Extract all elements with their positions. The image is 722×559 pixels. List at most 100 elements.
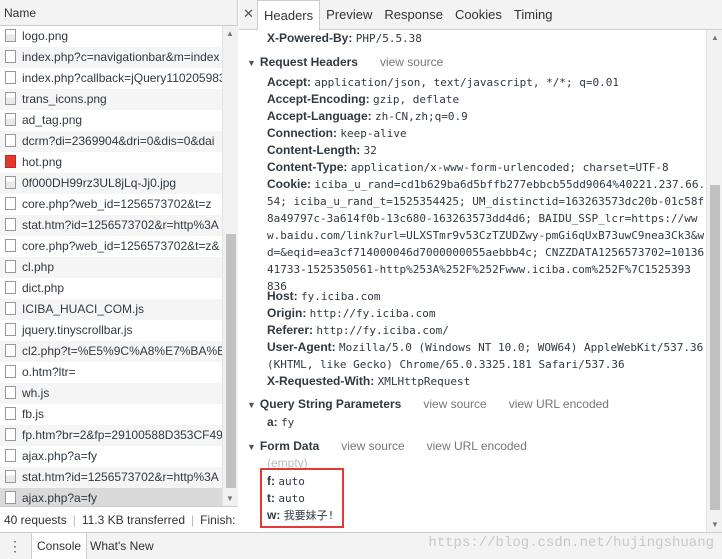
header-row: Accept-Encoding: gzip, deflate [267, 92, 460, 106]
request-name: cl2.php?t=%E5%9C%A8%E7%BA%BF. [22, 344, 222, 358]
menu-icon[interactable]: ⋮ [8, 539, 22, 553]
scrollbar-thumb[interactable] [226, 234, 236, 488]
request-row[interactable]: o.htm?ltr= [0, 362, 222, 383]
request-name: wh.js [22, 386, 50, 400]
header-row: Connection: keep-alive [267, 126, 407, 140]
request-row[interactable]: ad_tag.png [0, 110, 222, 131]
view-url-encoded-link[interactable]: view URL encoded [509, 397, 609, 411]
request-row[interactable]: wh.js [0, 383, 222, 404]
transferred-size: 11.3 KB transferred [81, 513, 186, 527]
headers-panel: X-Powered-By: PHP/5.5.38 ▼ Request Header… [239, 30, 706, 532]
file-icon [5, 449, 16, 462]
close-icon[interactable]: ✕ [243, 6, 254, 22]
request-name: ad_tag.png [22, 113, 83, 127]
form-data-section-toggle[interactable]: ▼ Form Data view source view URL encoded [247, 438, 527, 456]
image-file-icon [5, 176, 16, 189]
file-icon [5, 344, 16, 357]
request-name: ajax.php?a=fy [22, 449, 98, 463]
tab-headers[interactable]: Headers [257, 0, 321, 31]
view-url-encoded-link[interactable]: view URL encoded [427, 439, 527, 453]
request-row[interactable]: stat.htm?id=1256573702&r=http%3A [0, 215, 222, 236]
header-row-cookie: Cookie: iciba_u_rand=cd1b629ba6d5bffb277… [267, 177, 706, 191]
view-source-link[interactable]: view source [341, 439, 404, 453]
file-icon [5, 302, 16, 315]
scroll-down-arrow-icon[interactable]: ▼ [711, 520, 719, 529]
header-row: Content-Length: 32 [267, 143, 377, 157]
request-name: core.php?web_id=1256573702&t=z& [22, 239, 220, 253]
request-name: ICIBA_HUACI_COM.js [22, 302, 145, 316]
request-name: hot.png [22, 155, 63, 169]
request-row[interactable]: dcrm?di=2369904&dri=0&dis=0&dai [0, 131, 222, 152]
image-file-icon [5, 29, 16, 42]
header-row: Content-Type: application/x-www-form-url… [267, 160, 669, 174]
request-name: dcrm?di=2369904&dri=0&dis=0&dai [22, 134, 215, 148]
request-row[interactable]: index.php?c=navigationbar&m=index [0, 47, 222, 68]
file-icon [5, 239, 16, 252]
request-count: 40 requests [4, 513, 67, 527]
view-source-link[interactable]: view source [423, 397, 486, 411]
request-row[interactable]: hot.png [0, 152, 222, 173]
tab-whats-new[interactable]: What's New [85, 533, 159, 559]
request-list-pane: Name logo.png index.php?c=navigationbar&m… [0, 0, 238, 532]
request-row[interactable]: cl.php [0, 257, 222, 278]
tab-cookies[interactable]: Cookies [449, 0, 508, 30]
file-icon [5, 218, 16, 231]
request-row[interactable]: stat.htm?id=1256573702&r=http%3A [0, 467, 222, 488]
request-name: dict.php [22, 281, 65, 295]
tab-console[interactable]: Console [31, 533, 88, 559]
request-row[interactable]: core.php?web_id=1256573702&t=z [0, 194, 222, 215]
header-row: X-Powered-By: PHP/5.5.38 [267, 31, 422, 45]
request-row[interactable]: jquery.tinyscrollbar.js [0, 320, 222, 341]
request-name: core.php?web_id=1256573702&t=z [22, 197, 212, 211]
request-row[interactable]: fb.js [0, 404, 222, 425]
image-file-icon [5, 113, 16, 126]
view-source-link[interactable]: view source [380, 55, 443, 69]
request-name: trans_icons.png [22, 92, 107, 106]
header-row-origin: Origin: http://fy.iciba.com [267, 306, 436, 320]
image-file-icon [5, 470, 16, 483]
request-list-scrollbar[interactable]: ▲ ▼ [222, 26, 238, 506]
request-name: ajax.php?a=fy [22, 491, 98, 505]
scrollbar-thumb[interactable] [710, 185, 720, 510]
file-icon [5, 491, 16, 504]
file-icon [5, 428, 16, 441]
scroll-down-arrow-icon[interactable]: ▼ [226, 494, 234, 503]
request-row[interactable]: logo.png [0, 26, 222, 47]
name-column-header[interactable]: Name [0, 0, 237, 26]
query-string-section-toggle[interactable]: ▼ Query String Parameters view source view … [247, 396, 609, 414]
file-icon [5, 50, 16, 63]
header-row: Accept: application/json, text/javascrip… [267, 75, 619, 89]
file-icon [5, 197, 16, 210]
request-row[interactable]: fp.htm?br=2&fp=29100588D353CF49 [0, 425, 222, 446]
request-row[interactable]: 0f000DH99rz3UL8jLq-Jj0.jpg [0, 173, 222, 194]
request-row[interactable]: index.php?callback=jQuery1102059835 [0, 68, 222, 89]
request-row[interactable]: core.php?web_id=1256573702&t=z& [0, 236, 222, 257]
request-row[interactable]: ajax.php?a=fy [0, 446, 222, 467]
file-icon [5, 407, 16, 420]
scroll-up-arrow-icon[interactable]: ▲ [226, 29, 234, 38]
file-icon [5, 71, 16, 84]
network-summary-bar: 40 requests | 11.3 KB transferred | Finish: [0, 506, 238, 532]
request-headers-section-toggle[interactable]: ▼ Request Headers view source [247, 54, 443, 72]
tab-response[interactable]: Response [378, 0, 449, 30]
request-name: cl.php [22, 260, 55, 274]
header-row-referer: Referer: http://fy.iciba.com/ [267, 323, 449, 337]
request-name: o.htm?ltr= [22, 365, 76, 379]
expand-triangle-icon: ▼ [247, 400, 256, 410]
tab-timing[interactable]: Timing [508, 0, 559, 30]
request-name: jquery.tinyscrollbar.js [22, 323, 133, 337]
request-row[interactable]: trans_icons.png [0, 89, 222, 110]
request-row[interactable]: dict.php [0, 278, 222, 299]
bottom-drawer: ⋮ Console What's New https://blog.csdn.n… [0, 532, 722, 559]
request-row[interactable]: cl2.php?t=%E5%9C%A8%E7%BA%BF. [0, 341, 222, 362]
details-tab-bar: ✕ Headers Preview Response Cookies Timin… [239, 0, 722, 31]
details-scrollbar[interactable]: ▲ ▼ [706, 30, 722, 532]
file-icon [5, 386, 16, 399]
request-details-pane: ✕ Headers Preview Response Cookies Timin… [239, 0, 722, 532]
request-row[interactable]: ICIBA_HUACI_COM.js [0, 299, 222, 320]
tab-preview[interactable]: Preview [320, 0, 378, 30]
request-list: logo.png index.php?c=navigationbar&m=inde… [0, 26, 222, 506]
scroll-up-arrow-icon[interactable]: ▲ [711, 33, 719, 42]
request-row[interactable]: ajax.php?a=fy [0, 488, 222, 506]
image-file-icon [5, 92, 16, 105]
